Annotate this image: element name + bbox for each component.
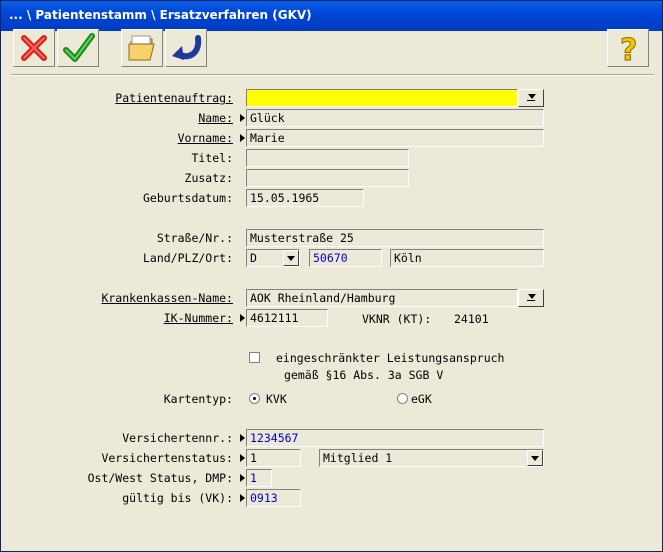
ort-field[interactable]: Köln: [390, 249, 544, 267]
versichertenstatus-dropdown-button[interactable]: [527, 450, 543, 466]
label-name: Name:: [198, 111, 233, 125]
label-kartentyp: Kartentyp:: [163, 392, 233, 406]
confirm-button[interactable]: [57, 29, 99, 67]
strasse-field[interactable]: Musterstraße 25: [246, 229, 544, 247]
versichertenstatus-code-field[interactable]: 1: [246, 449, 301, 467]
label-zusatz: Zusatz:: [184, 171, 233, 185]
label-vorname: Vorname:: [177, 131, 233, 145]
label-krankenkasse: Krankenkassen-Name:: [101, 291, 233, 305]
undo-button[interactable]: [165, 29, 207, 67]
vknr-label: VKNR (KT):: [362, 312, 432, 326]
vknr-value: 24101: [454, 312, 489, 326]
leistungsanspruch-label-line1: eingeschränkter Leistungsanspruch: [276, 351, 505, 365]
label-versichertenstatus: Versichertenstatus:: [101, 451, 233, 465]
kartentyp-kvk-label: KVK: [266, 392, 287, 406]
ik-nummer-field[interactable]: 4612111: [246, 309, 328, 327]
geburtsdatum-field[interactable]: 15.05.1965: [246, 189, 364, 207]
leistungsanspruch-label-line2: gemäß §16 Abs. 3a SGB V: [284, 368, 444, 382]
required-marker-icon: [240, 114, 245, 122]
required-marker-icon: [240, 474, 245, 482]
land-value: D: [250, 251, 257, 265]
title-bar: ... \ Patientenstamm \ Ersatzverfahren (…: [1, 1, 662, 31]
toolbar-separator: [11, 74, 654, 76]
label-patientenauftrag: Patientenauftrag:: [115, 91, 233, 105]
plz-field[interactable]: 50670: [309, 249, 382, 267]
versichertenstatus-value: Mitglied 1: [323, 451, 393, 465]
folder-icon: [128, 35, 155, 61]
leistungsanspruch-checkbox[interactable]: [249, 352, 260, 363]
label-ik-nummer: IK-Nummer:: [163, 311, 233, 325]
label-titel: Titel:: [191, 151, 233, 165]
kartentyp-kvk-radio[interactable]: [249, 393, 260, 404]
label-gueltig-bis: gültig bis (VK):: [122, 491, 233, 505]
patientenauftrag-dropdown-button[interactable]: [518, 89, 544, 107]
patientenauftrag-field[interactable]: [246, 89, 518, 107]
required-marker-icon: [240, 134, 245, 142]
krankenkasse-dropdown-button[interactable]: [518, 289, 544, 307]
required-marker-icon: [240, 434, 245, 442]
help-button[interactable]: ?: [607, 29, 649, 67]
cancel-icon: [21, 35, 47, 61]
versichertennr-field[interactable]: 1234567: [246, 429, 544, 447]
kartentyp-egk-label: eGK: [411, 392, 432, 406]
download-arrow-icon: [528, 94, 536, 99]
undo-icon: [172, 35, 202, 60]
label-strasse: Straße/Nr.:: [156, 231, 233, 245]
app-window: ... \ Patientenstamm \ Ersatzverfahren (…: [0, 0, 663, 552]
required-marker-icon: [240, 314, 245, 322]
land-dropdown-button[interactable]: [283, 250, 299, 266]
name-field[interactable]: Glück: [246, 109, 544, 127]
window-title: ... \ Patientenstamm \ Ersatzverfahren (…: [9, 8, 312, 22]
toolbar: ?: [9, 29, 654, 73]
cancel-button[interactable]: [13, 29, 55, 67]
required-marker-icon: [240, 454, 245, 462]
label-land-plz-ort: Land/PLZ/Ort:: [142, 251, 233, 265]
svg-text:?: ?: [620, 33, 637, 64]
help-icon: ?: [620, 33, 638, 65]
zusatz-field[interactable]: [246, 169, 409, 187]
download-arrow-icon: [528, 294, 536, 299]
required-marker-icon: [240, 494, 245, 502]
gueltig-bis-field[interactable]: 0913: [246, 489, 301, 507]
versichertenstatus-select[interactable]: Mitglied 1: [319, 449, 544, 467]
titel-field[interactable]: [246, 149, 409, 167]
chevron-down-icon: [531, 456, 539, 461]
kartentyp-egk-radio[interactable]: [397, 393, 408, 404]
vorname-field[interactable]: Marie: [246, 129, 544, 147]
label-ost-west: Ost/West Status, DMP:: [87, 471, 233, 485]
open-folder-button[interactable]: [121, 29, 163, 67]
confirm-icon: [63, 33, 95, 62]
label-versichertennr: Versichertennr.:: [122, 431, 233, 445]
label-geburtsdatum: Geburtsdatum:: [142, 191, 233, 205]
ost-west-field[interactable]: 1: [246, 469, 272, 487]
chevron-down-icon: [287, 256, 295, 261]
krankenkasse-field[interactable]: AOK Rheinland/Hamburg: [246, 289, 518, 307]
